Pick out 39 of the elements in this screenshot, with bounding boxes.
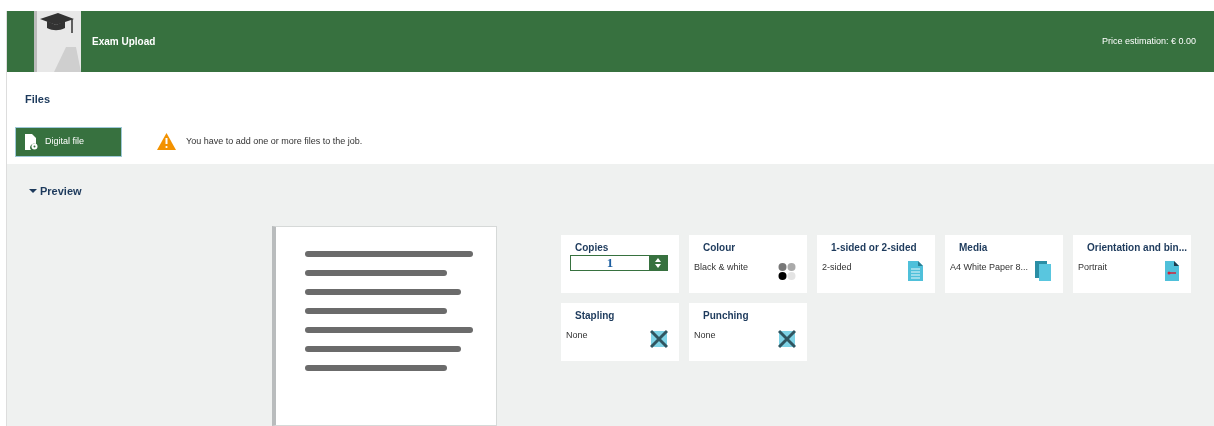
setting-title: Media — [958, 241, 989, 255]
setting-title: 1-sided or 2-sided — [830, 241, 918, 255]
copies-stepper[interactable]: 1 — [570, 255, 668, 271]
price-estimation: Price estimation: € 0.00 — [1101, 34, 1196, 48]
setting-title: Colour — [702, 241, 737, 255]
copies-value: 1 — [605, 256, 615, 270]
setting-title: Copies — [574, 241, 610, 255]
setting-card[interactable]: Colour Black & white — [689, 235, 807, 293]
none-cross-icon — [778, 329, 796, 349]
setting-value: None — [566, 329, 588, 342]
paper-stack-icon — [1034, 261, 1052, 281]
none-cross-icon — [650, 329, 668, 349]
warning-icon — [157, 133, 176, 150]
setting-card[interactable]: Copies 1 — [561, 235, 679, 293]
setting-card[interactable]: Orientation and bin... Portrait — [1073, 235, 1191, 293]
preview-toggle[interactable]: Preview — [29, 182, 82, 199]
file-icon — [24, 133, 38, 150]
color-dots-icon — [778, 261, 796, 281]
setting-value: None — [694, 329, 716, 342]
setting-value: A4 White Paper 8... — [950, 261, 1029, 274]
setting-title: Orientation and bin... — [1086, 241, 1186, 255]
files-heading: Files — [25, 92, 52, 107]
setting-title: Punching — [702, 309, 750, 323]
setting-card[interactable]: Stapling None — [561, 303, 679, 361]
up-down-arrows-icon[interactable] — [649, 256, 667, 270]
document-icon — [906, 261, 924, 281]
setting-title: Stapling — [574, 309, 616, 323]
setting-value: Black & white — [694, 261, 749, 274]
setting-card[interactable]: Punching None — [689, 303, 807, 361]
warning-message: You have to add one or more files to the job. — [186, 134, 363, 148]
portrait-page-icon — [1162, 261, 1180, 281]
setting-card[interactable]: Media A4 White Paper 8... — [945, 235, 1063, 293]
setting-card[interactable]: 1-sided or 2-sided 2-sided — [817, 235, 935, 293]
caret-icon — [29, 186, 37, 195]
exam-logo-icon — [34, 11, 81, 72]
setting-value: Portrait — [1078, 261, 1107, 274]
digital-file-button[interactable]: Digital file — [15, 126, 122, 157]
setting-value: 2-sided — [822, 261, 852, 274]
app-title: Exam Upload — [92, 35, 156, 49]
